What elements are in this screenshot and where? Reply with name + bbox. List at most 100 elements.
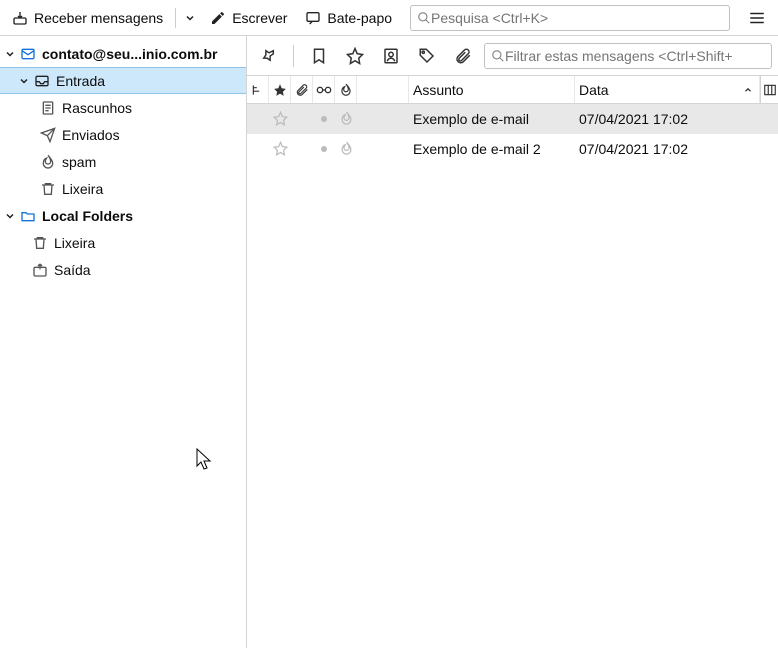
folder-tree: contato@seu...inio.com.br Entrada Rascun… — [0, 36, 247, 648]
flame-icon — [40, 154, 56, 170]
pin-filter-button[interactable] — [253, 43, 283, 69]
global-search-input[interactable] — [431, 10, 723, 26]
read-cell[interactable] — [313, 116, 335, 122]
folder-label: Saída — [54, 262, 91, 278]
get-messages-label: Receber mensagens — [34, 10, 163, 26]
message-pane: Assunto Data Exemplo de e-mail07/04/2021… — [247, 36, 778, 648]
chat-icon — [305, 10, 321, 26]
subject-column[interactable]: Assunto — [409, 76, 575, 103]
date-cell: 07/04/2021 17:02 — [575, 111, 778, 127]
folder-icon — [20, 208, 36, 224]
glasses-icon — [316, 85, 332, 95]
trash-icon — [40, 181, 56, 197]
outbox-icon — [32, 262, 48, 278]
bookmark-icon — [310, 47, 328, 65]
paperclip-icon — [454, 47, 472, 65]
get-messages-dropdown[interactable] — [180, 8, 200, 28]
addressbook-icon — [382, 47, 400, 65]
folder-label: Lixeira — [62, 181, 103, 197]
folder-inbox[interactable]: Entrada — [0, 67, 246, 94]
column-picker[interactable] — [760, 76, 778, 103]
star-icon — [273, 141, 288, 156]
inbox-icon — [34, 73, 50, 89]
folder-spam[interactable]: spam — [0, 148, 246, 175]
flame-icon — [339, 83, 353, 97]
message-list: Exemplo de e-mail07/04/2021 17:02Exemplo… — [247, 104, 778, 648]
mail-icon — [20, 46, 36, 62]
write-button[interactable]: Escrever — [202, 6, 295, 30]
local-folders-label: Local Folders — [42, 208, 133, 224]
sent-icon — [40, 127, 56, 143]
search-icon — [491, 49, 505, 63]
folder-label: Lixeira — [54, 235, 95, 251]
spam-column[interactable] — [335, 76, 357, 103]
folder-label: spam — [62, 154, 96, 170]
chevron-down-icon — [4, 210, 16, 222]
main-toolbar: Receber mensagens Escrever Bate-papo — [0, 0, 778, 36]
chat-button[interactable]: Bate-papo — [297, 6, 400, 30]
spacer-column — [357, 76, 409, 103]
folder-label: Enviados — [62, 127, 120, 143]
document-icon — [40, 100, 56, 116]
star-icon — [273, 111, 288, 126]
flame-icon — [339, 141, 354, 156]
subject-cell: Exemplo de e-mail — [409, 111, 575, 127]
flame-icon — [339, 111, 354, 126]
trash-icon — [32, 235, 48, 251]
separator — [175, 8, 176, 28]
star-cell[interactable] — [269, 141, 291, 156]
separator — [293, 45, 294, 67]
filter-messages[interactable] — [484, 43, 772, 69]
date-column[interactable]: Data — [575, 76, 760, 103]
date-cell: 07/04/2021 17:02 — [575, 141, 778, 157]
app-menu-button[interactable] — [740, 3, 774, 33]
sort-asc-icon — [743, 85, 753, 95]
write-label: Escrever — [232, 10, 287, 26]
message-row[interactable]: Exemplo de e-mail07/04/2021 17:02 — [247, 104, 778, 134]
chat-label: Bate-papo — [327, 10, 392, 26]
spam-cell[interactable] — [335, 141, 357, 156]
chevron-down-icon — [4, 48, 16, 60]
get-messages-button[interactable]: Receber mensagens — [4, 6, 171, 30]
star-filter-button[interactable] — [340, 43, 370, 69]
local-outbox[interactable]: Saída — [0, 256, 246, 283]
search-icon — [417, 11, 431, 25]
star-cell[interactable] — [269, 111, 291, 126]
message-row[interactable]: Exemplo de e-mail 207/04/2021 17:02 — [247, 134, 778, 164]
attachment-column[interactable] — [291, 76, 313, 103]
attachment-filter-button[interactable] — [448, 43, 478, 69]
main-area: contato@seu...inio.com.br Entrada Rascun… — [0, 36, 778, 648]
column-headers: Assunto Data — [247, 76, 778, 104]
tag-icon — [418, 47, 436, 65]
local-folders-row[interactable]: Local Folders — [0, 202, 246, 229]
read-cell[interactable] — [313, 146, 335, 152]
folder-sent[interactable]: Enviados — [0, 121, 246, 148]
quick-filter-bar — [247, 36, 778, 76]
contact-filter-button[interactable] — [376, 43, 406, 69]
chevron-down-icon — [18, 75, 30, 87]
folder-trash[interactable]: Lixeira — [0, 175, 246, 202]
thread-column[interactable] — [247, 76, 269, 103]
star-icon — [346, 47, 364, 65]
column-picker-icon — [763, 83, 777, 97]
filter-messages-input[interactable] — [505, 48, 765, 64]
folder-label: Rascunhos — [62, 100, 132, 116]
star-column[interactable] — [269, 76, 291, 103]
global-search[interactable] — [410, 5, 730, 31]
chevron-down-icon — [184, 12, 196, 24]
star-icon — [273, 83, 287, 97]
folder-label: Entrada — [56, 73, 105, 89]
paperclip-icon — [295, 83, 309, 97]
download-icon — [12, 10, 28, 26]
subject-cell: Exemplo de e-mail 2 — [409, 141, 575, 157]
unread-filter-button[interactable] — [304, 43, 334, 69]
pin-icon — [259, 47, 277, 65]
folder-drafts[interactable]: Rascunhos — [0, 94, 246, 121]
pencil-icon — [210, 10, 226, 26]
read-column[interactable] — [313, 76, 335, 103]
local-trash[interactable]: Lixeira — [0, 229, 246, 256]
tag-filter-button[interactable] — [412, 43, 442, 69]
spam-cell[interactable] — [335, 111, 357, 126]
hamburger-icon — [748, 9, 766, 27]
account-row[interactable]: contato@seu...inio.com.br — [0, 40, 246, 67]
